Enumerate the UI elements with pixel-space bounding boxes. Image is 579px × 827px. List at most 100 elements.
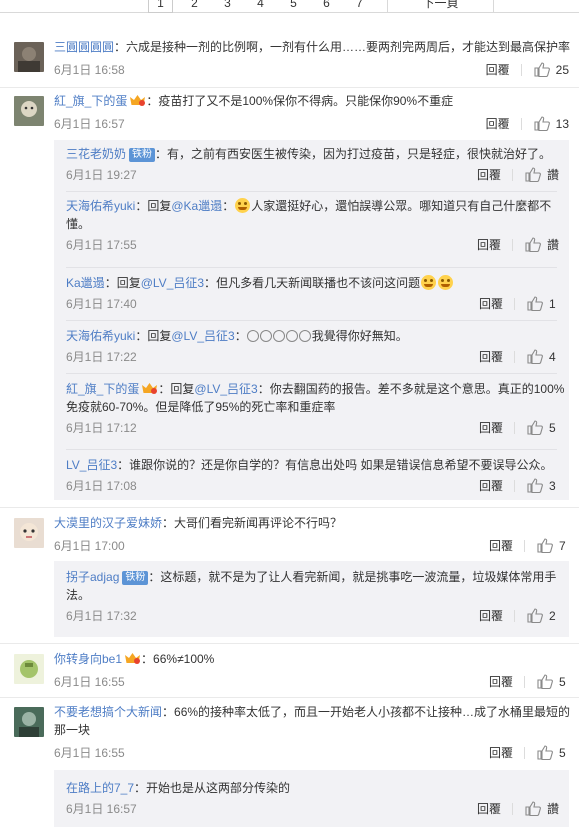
reply-to-prefix: 回复 xyxy=(147,199,172,213)
comment-item: 三圓圓圓圓：六成是接种一剂的比例啊，一剂有什么用……要两剂完两周后，才能达到最高… xyxy=(0,38,579,86)
colon: ： xyxy=(135,199,148,213)
divider xyxy=(514,297,515,310)
like-button[interactable]: 讚 xyxy=(525,236,559,253)
reply-button[interactable]: 回覆 xyxy=(479,295,503,312)
reply-thread: 在路上的7_7：开始也是从这两部分传染的 6月1日 16:57 回覆 讚 xyxy=(54,770,569,827)
reply-button[interactable]: 回覆 xyxy=(489,537,513,554)
avatar[interactable] xyxy=(14,707,44,737)
comment-content: 六成是接种一剂的比例啊，一剂有什么用……要两剂完两周后，才能达到最高保护率 xyxy=(126,40,571,54)
like-count: 7 xyxy=(559,538,566,553)
page-2[interactable]: 2 xyxy=(178,0,211,12)
reply-content: 有，之前有西安医生被传染，因为打过疫苗，只是轻症，很快就治好了。 xyxy=(167,147,552,161)
colon: ： xyxy=(114,40,127,54)
divider xyxy=(514,350,515,363)
like-button[interactable]: 4 xyxy=(527,349,559,364)
comment-time: 6月1日 16:57 xyxy=(54,117,125,131)
mention-link[interactable]: @LV_吕征3 xyxy=(141,276,204,290)
reply-divider xyxy=(66,373,557,374)
username-link[interactable]: 紅_旗_下的蛋 xyxy=(54,94,127,108)
reply-button[interactable]: 回覆 xyxy=(486,115,510,132)
mention-link[interactable]: @LV_吕征3 xyxy=(194,382,257,396)
username-link[interactable]: LV_吕征3 xyxy=(66,458,117,472)
username-link[interactable]: Ka邋遢 xyxy=(66,276,105,290)
avatar[interactable] xyxy=(14,518,44,548)
reply-button[interactable]: 回覆 xyxy=(479,348,503,365)
colon: ： xyxy=(135,329,148,343)
reply-item: 三花老奶奶 铁粉 ：有，之前有西安医生被传染，因为打过疫苗，只是轻症，很快就治好了。… xyxy=(66,145,569,186)
colon: ： xyxy=(141,652,154,666)
like-button[interactable]: 2 xyxy=(527,608,559,623)
reply-button[interactable]: 回覆 xyxy=(479,607,503,624)
divider xyxy=(511,238,513,251)
reply-actions: 回覆 4 xyxy=(479,348,559,365)
like-button[interactable]: 讚 xyxy=(525,166,559,183)
like-button[interactable]: 5 xyxy=(537,674,569,689)
laugh-cry-emoji-icon xyxy=(438,275,454,290)
username-link[interactable]: 三花老奶奶 xyxy=(66,147,126,161)
like-button[interactable]: 1 xyxy=(527,296,559,311)
comment-content-cont: 那一块 xyxy=(54,723,91,737)
mention-link[interactable]: @Ka邋遢 xyxy=(171,199,222,213)
username-link[interactable]: 你转身向be1 xyxy=(54,652,122,666)
avatar-image xyxy=(14,654,44,684)
reply-content: 这标题，就不是为了让人看完新闻，就是挑事吃一波流量，垃圾媒体常用手 xyxy=(160,570,557,584)
like-button[interactable]: 25 xyxy=(534,62,569,77)
reply-time: 6月1日 17:40 xyxy=(66,297,137,311)
reply-button[interactable]: 回覆 xyxy=(477,800,501,817)
iron-fan-badge: 铁粉 xyxy=(129,148,156,162)
username-link[interactable]: 紅_旗_下的蛋 xyxy=(66,382,139,396)
mention-link[interactable]: @LV_吕征3 xyxy=(171,329,234,343)
reply-item: 紅_旗_下的蛋 ：回复@LV_吕征3：你去翻国药的报告。差不多就是这个意思。真正的… xyxy=(66,380,569,439)
username-link[interactable]: 大漠里的汉子爱妹娇 xyxy=(54,516,162,530)
thumbs-up-icon xyxy=(534,116,550,131)
avatar[interactable] xyxy=(14,654,44,684)
vip-crown-icon xyxy=(125,653,141,664)
like-button[interactable]: 3 xyxy=(527,478,559,493)
comment-text: 紅_旗_下的蛋 ：疫苗打了又不是100%保你不得病。只能保你90%不重症 xyxy=(54,92,579,110)
like-button[interactable]: 7 xyxy=(537,538,569,553)
like-button[interactable]: 5 xyxy=(527,420,559,435)
smile-emoji-icon xyxy=(272,330,285,342)
avatar[interactable] xyxy=(14,42,44,72)
comment-body: 大漠里的汉子爱妹娇：大哥们看完新闻再评论不行吗？ 6月1日 17:00 回覆 7 xyxy=(54,514,579,557)
username-link[interactable]: 不要老想搞个大新闻 xyxy=(54,705,162,719)
next-page-button[interactable]: 下一頁 xyxy=(387,0,494,12)
avatar-image xyxy=(14,707,44,737)
avatar-image xyxy=(14,96,44,126)
row-divider xyxy=(0,697,579,698)
username-link[interactable]: 三圓圓圓圓 xyxy=(54,40,114,54)
comment-body: 三圓圓圓圓：六成是接种一剂的比例啊，一剂有什么用……要两剂完两周后，才能达到最高… xyxy=(54,38,579,81)
reply-button[interactable]: 回覆 xyxy=(477,236,501,253)
page-3[interactable]: 3 xyxy=(211,0,244,12)
page-4[interactable]: 4 xyxy=(244,0,277,12)
reply-to-prefix: 回复 xyxy=(170,382,195,396)
page-6[interactable]: 6 xyxy=(310,0,343,12)
reply-content: 但凡多看几天新闻联播也不该问这问题 xyxy=(216,276,421,290)
reply-button[interactable]: 回覆 xyxy=(489,673,513,690)
comment-item: 紅_旗_下的蛋 ：疫苗打了又不是100%保你不得病。只能保你90%不重症 6月1日… xyxy=(0,92,579,140)
reply-meta: 6月1日 16:57 回覆 讚 xyxy=(66,800,569,820)
like-count: 13 xyxy=(555,116,569,131)
like-button[interactable]: 讚 xyxy=(525,800,559,817)
comment-time: 6月1日 16:55 xyxy=(54,746,125,760)
page-5[interactable]: 5 xyxy=(277,0,310,12)
avatar[interactable] xyxy=(14,96,44,126)
like-button[interactable]: 13 xyxy=(534,116,569,131)
reply-button[interactable]: 回覆 xyxy=(479,419,503,436)
divider xyxy=(514,609,515,622)
page-7[interactable]: 7 xyxy=(343,0,376,12)
comment-actions: 回覆 25 xyxy=(486,61,569,78)
page-1[interactable]: 1 xyxy=(148,0,173,13)
reply-button[interactable]: 回覆 xyxy=(486,61,510,78)
username-link[interactable]: 拐子adjag xyxy=(66,570,119,584)
comment-content: 疫苗打了又不是100%保你不得病。只能保你90%不重症 xyxy=(158,94,454,108)
reply-button[interactable]: 回覆 xyxy=(489,744,513,761)
colon: ： xyxy=(162,705,175,719)
comment-meta: 6月1日 16:55 回覆 5 xyxy=(54,744,579,764)
reply-button[interactable]: 回覆 xyxy=(479,477,503,494)
reply-button[interactable]: 回覆 xyxy=(477,166,501,183)
username-link[interactable]: 天海佑希yuki xyxy=(66,329,135,343)
username-link[interactable]: 天海佑希yuki xyxy=(66,199,135,213)
like-button[interactable]: 5 xyxy=(537,745,569,760)
username-link[interactable]: 在路上的7_7 xyxy=(66,781,134,795)
